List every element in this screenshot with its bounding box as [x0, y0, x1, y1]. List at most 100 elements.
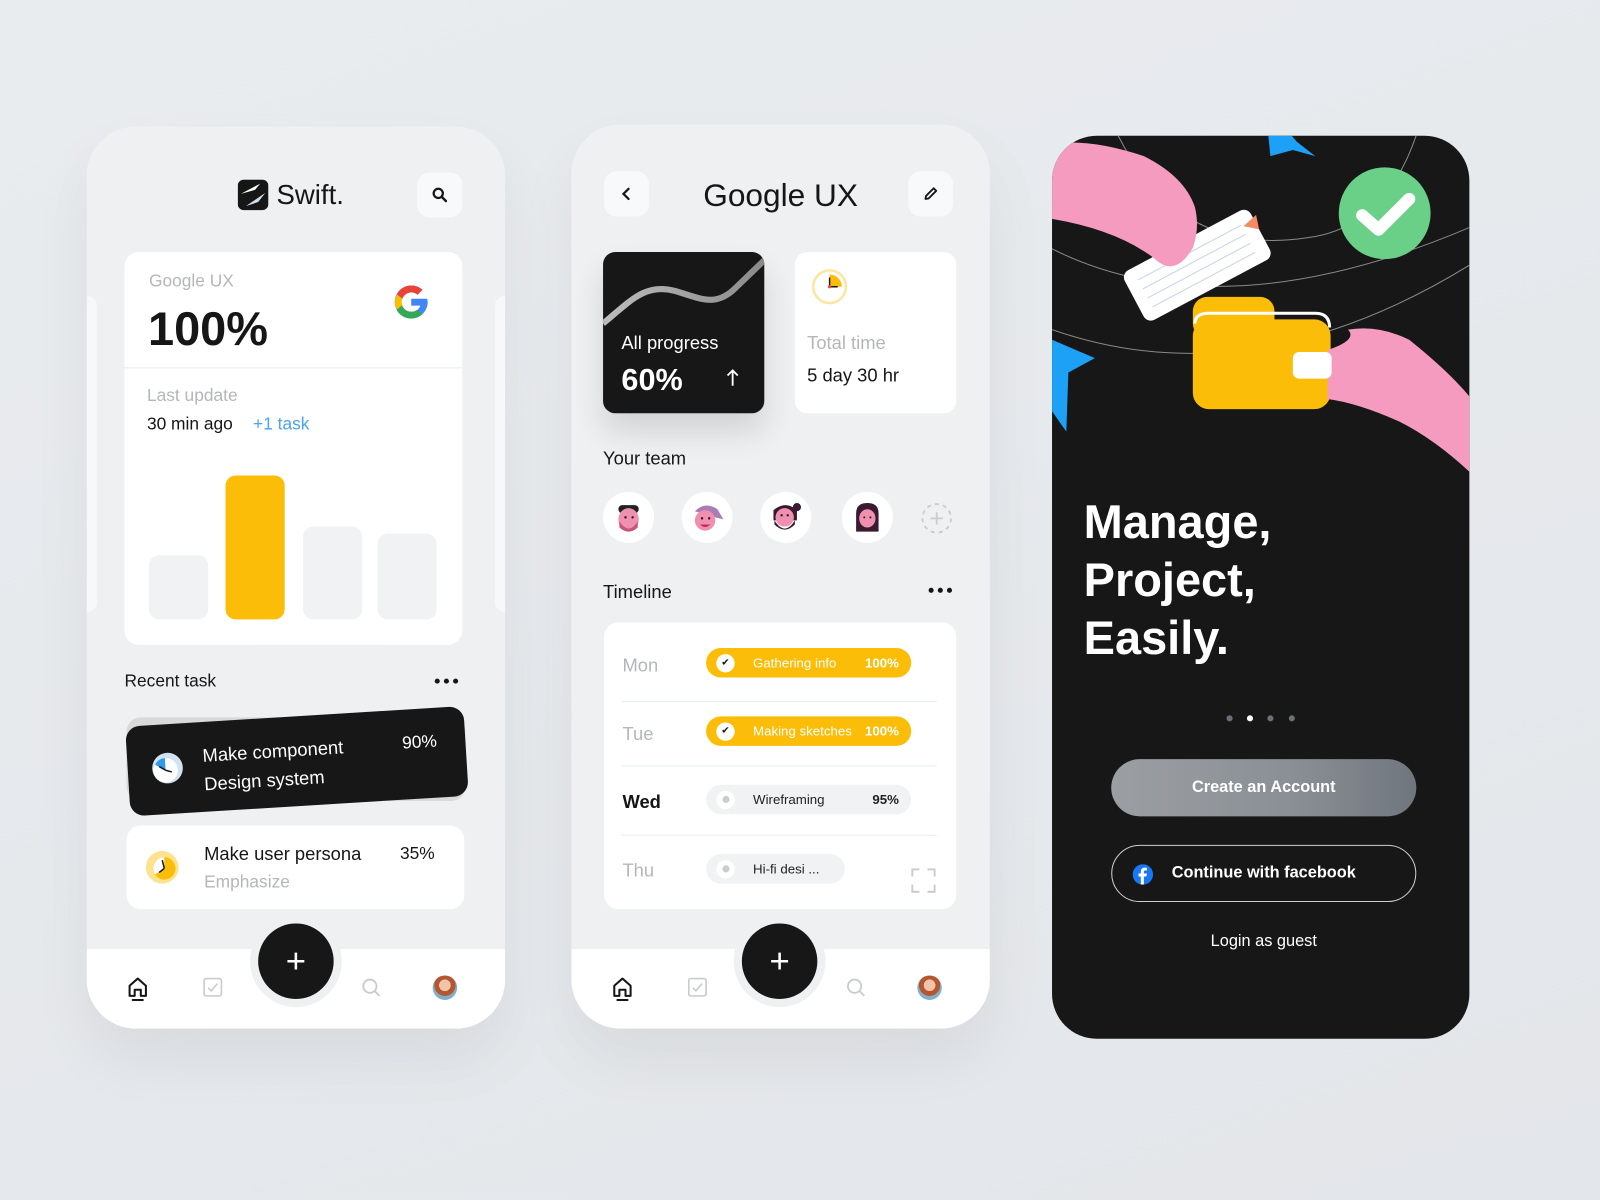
task-title: Make component — [201, 736, 344, 766]
search-icon[interactable] — [361, 978, 381, 998]
all-progress-label: All progress — [621, 332, 719, 354]
timeline-row[interactable]: Thu Hi-fi desi ... — [604, 854, 956, 886]
all-progress-value: 60% — [621, 363, 683, 397]
progress-pie-icon — [152, 752, 183, 784]
task-name: Hi-fi desi ... — [753, 861, 820, 877]
team-member-avatar[interactable] — [681, 491, 733, 543]
last-update-label: Last update — [146, 385, 238, 406]
search-button[interactable] — [417, 172, 463, 218]
search-icon — [432, 187, 448, 203]
bar-1 — [148, 555, 209, 620]
pager-dot-active[interactable] — [1246, 715, 1254, 722]
login-guest-link[interactable]: Login as guest — [1052, 933, 1469, 950]
profile-avatar[interactable] — [432, 975, 458, 1000]
face-illustration — [694, 505, 724, 531]
bar-2-highlighted — [225, 475, 285, 620]
progress-curve — [603, 257, 765, 326]
check-icon: ✔ — [716, 653, 735, 672]
team-title: Your team — [603, 447, 687, 469]
task-name: Wireframing — [753, 791, 825, 808]
search-icon[interactable] — [846, 978, 866, 998]
google-g-icon — [394, 285, 428, 319]
team-member-avatar[interactable] — [603, 491, 655, 543]
bar-3 — [303, 526, 363, 620]
facebook-button[interactable]: Continue with facebook — [1111, 844, 1417, 903]
pager-dot[interactable] — [1288, 715, 1295, 722]
create-account-button[interactable]: Create an Account — [1111, 759, 1417, 817]
add-label: + — [769, 941, 790, 981]
side-card-peek-left — [86, 295, 97, 613]
headline-line: Manage, — [1083, 494, 1272, 548]
task-pill[interactable]: Hi-fi desi ... — [706, 854, 845, 884]
timeline-more-button[interactable] — [928, 587, 953, 593]
day-label: Thu — [622, 860, 655, 881]
stage: Swift. Google UX 100% Last update 30 min… — [0, 0, 1600, 1200]
task-percent: 90% — [401, 731, 438, 753]
facebook-label: Continue with facebook — [1171, 864, 1356, 882]
headline-line: Easily. — [1083, 611, 1229, 665]
timeline-row[interactable]: Tue ✔ Making sketches 100% — [604, 716, 956, 747]
task-pill[interactable]: Wireframing 95% — [706, 784, 912, 815]
recent-task-more-button[interactable] — [434, 678, 459, 684]
face-illustration — [773, 503, 802, 530]
add-member-icon[interactable] — [920, 502, 953, 535]
check-icon: ✔ — [716, 721, 735, 741]
recent-task-title: Recent task — [124, 671, 217, 691]
all-progress-card[interactable]: All progress 60% — [603, 252, 765, 414]
card-divider — [124, 367, 463, 369]
add-label: + — [285, 941, 307, 981]
home-icon[interactable] — [611, 976, 633, 1003]
total-time-card[interactable]: Total time 5 day 30 hr — [794, 252, 957, 414]
task-percent: 100% — [865, 655, 899, 671]
clock-icon — [811, 269, 848, 305]
day-label: Tue — [622, 723, 654, 744]
task-percent: 35% — [399, 843, 435, 864]
add-button[interactable]: + — [258, 923, 334, 999]
brand: Swift. — [237, 179, 344, 211]
edit-button[interactable] — [908, 171, 954, 217]
face-illustration — [856, 503, 879, 532]
team-member-avatar[interactable] — [841, 491, 893, 543]
timeline-title: Timeline — [603, 581, 672, 603]
add-button[interactable]: + — [741, 923, 818, 999]
pager-dot[interactable] — [1226, 715, 1233, 722]
extra-task-link[interactable]: +1 task — [253, 415, 309, 432]
total-time-label: Total time — [807, 332, 886, 354]
task-name: Gathering info — [753, 655, 837, 671]
task-card[interactable]: Make user persona Emphasize 35% — [126, 825, 465, 910]
task-pill[interactable]: ✔ Making sketches 100% — [706, 716, 912, 746]
timeline-row[interactable]: Wed Wireframing 95% — [604, 784, 956, 816]
project-name: Google UX — [148, 271, 234, 291]
side-card-peek-right — [494, 295, 506, 613]
facebook-icon — [1132, 864, 1154, 885]
pager-dot[interactable] — [1267, 715, 1274, 722]
task-percent: 100% — [865, 723, 899, 739]
swift-logo-icon — [237, 179, 269, 211]
create-account-label: Create an Account — [1191, 778, 1336, 796]
home-screen: Swift. Google UX 100% Last update 30 min… — [86, 126, 506, 1029]
task-name: Making sketches — [753, 723, 852, 739]
onboarding-screen: Manage, Project, Easily. Create an Accou… — [1052, 135, 1470, 1039]
headline: Manage, Project, Easily. — [1084, 493, 1272, 667]
timeline-row[interactable]: Mon ✔ Gathering info 100% — [604, 647, 956, 679]
brand-name: Swift. — [276, 179, 344, 210]
day-label: Mon — [622, 655, 659, 676]
progress-pie-icon — [145, 851, 179, 884]
headline-line: Project, — [1083, 553, 1256, 607]
profile-avatar[interactable] — [917, 975, 942, 1000]
project-card[interactable]: Google UX 100% Last update 30 min ago +1… — [124, 252, 463, 645]
timeline-card: Mon ✔ Gathering info 100% Tue ✔ Making sket… — [604, 622, 957, 910]
expand-icon[interactable] — [911, 868, 936, 893]
tasks-check-icon[interactable] — [687, 977, 707, 997]
team-member-avatar[interactable] — [760, 491, 812, 543]
total-time-value: 5 day 30 hr — [807, 365, 900, 386]
pencil-icon — [924, 187, 938, 200]
task-subtitle: Design system — [203, 766, 326, 795]
face-illustration — [618, 505, 639, 532]
task-percent: 95% — [872, 791, 899, 808]
task-pill[interactable]: ✔ Gathering info 100% — [706, 647, 912, 678]
home-icon[interactable] — [127, 976, 149, 1003]
tasks-check-icon[interactable] — [203, 977, 223, 997]
task-title: Make user persona — [204, 843, 362, 865]
row-divider — [621, 765, 937, 767]
